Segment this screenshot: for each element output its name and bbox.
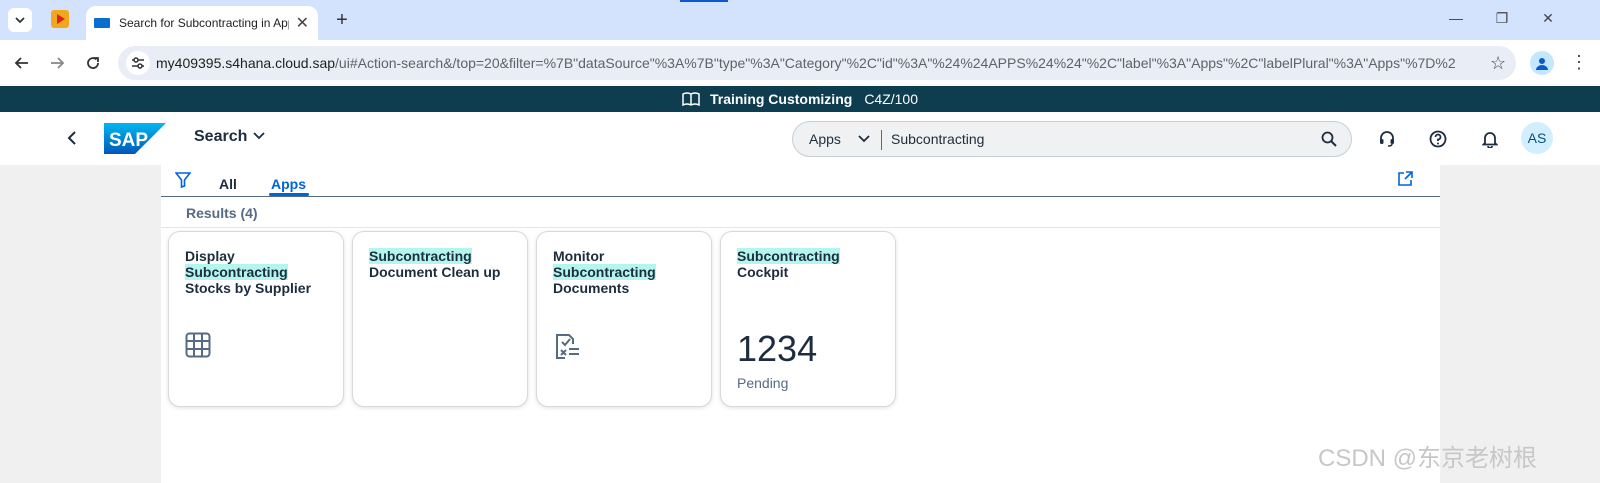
tab-divider [161, 196, 1440, 197]
sap-favicon-icon [94, 18, 110, 28]
document-check-icon [556, 334, 579, 359]
url-path: /ui#Action-search&/top=20&filter=%7B"dat… [335, 55, 1456, 71]
notifications-button[interactable] [1479, 128, 1501, 150]
forward-nav-button[interactable] [46, 52, 68, 74]
app-tile-monitor-documents[interactable]: Monitor Subcontracting Documents [536, 231, 712, 407]
kpi-label: Pending [737, 375, 789, 391]
tab-search-button[interactable] [8, 8, 32, 32]
share-icon[interactable] [1397, 171, 1413, 187]
tile-title-post: Document Clean up [369, 264, 501, 280]
shell-title[interactable]: Search [194, 128, 247, 146]
results-count: Results (4) [186, 205, 258, 221]
minimize-icon[interactable]: — [1446, 10, 1466, 26]
reload-button[interactable] [82, 52, 104, 74]
search-input[interactable]: Subcontracting [891, 131, 984, 147]
new-tab-button[interactable]: + [330, 8, 354, 32]
chevron-down-icon[interactable] [253, 131, 265, 141]
grid-table-icon [185, 332, 211, 358]
media-extension-icon[interactable] [51, 10, 69, 28]
url-text: my409395.s4hana.cloud.sap/ui#Action-sear… [156, 55, 1456, 71]
browser-tab-active[interactable]: Search for Subcontracting in Apps ✕ [86, 6, 318, 40]
app-tile-display-stocks[interactable]: Display Subcontracting Stocks by Supplie… [168, 231, 344, 407]
system-client: C4Z/100 [864, 91, 919, 107]
filter-icon[interactable] [175, 172, 191, 188]
headset-icon [1380, 131, 1394, 147]
url-domain: my409395.s4hana.cloud.sap [156, 55, 336, 71]
watermark: CSDN @东京老树根 [1318, 445, 1538, 472]
tile-title-post: Stocks by Supplier [185, 280, 312, 296]
tune-icon [132, 57, 144, 69]
tile-title-pre: Display [185, 248, 235, 264]
restore-icon[interactable]: ❐ [1492, 10, 1512, 27]
shell-bar: SAP Search Apps Subcontracting AS [0, 112, 1600, 165]
bookmark-star-icon[interactable]: ☆ [1490, 53, 1506, 74]
support-button[interactable] [1376, 128, 1398, 150]
search-scope-select[interactable]: Apps [809, 131, 841, 147]
browser-menu-icon[interactable]: ⋮ [1570, 52, 1588, 73]
tile-title-highlight: Subcontracting [369, 248, 472, 264]
browser-tab-title: Search for Subcontracting in Apps [119, 16, 289, 30]
reload-icon [87, 57, 99, 69]
tile-title: Subcontracting Document Clean up [369, 248, 511, 280]
shell-back-button[interactable] [62, 128, 82, 148]
chevron-left-icon [67, 131, 76, 145]
tab-apps[interactable]: Apps [271, 176, 306, 192]
address-bar[interactable]: my409395.s4hana.cloud.sap/ui#Action-sear… [118, 46, 1516, 80]
kpi-value: 1234 [737, 328, 818, 369]
tile-title-highlight: Subcontracting [737, 248, 840, 264]
tile-title-post: Documents [553, 280, 630, 296]
back-nav-button[interactable] [11, 52, 33, 74]
sap-logo[interactable]: SAP [104, 123, 166, 154]
chevron-down-icon [15, 17, 25, 24]
window-close-icon[interactable]: ✕ [1538, 10, 1558, 27]
tile-title-pre: Monitor [553, 248, 605, 264]
tab-all[interactable]: All [219, 176, 237, 192]
bell-icon [1482, 132, 1498, 148]
shell-search-field[interactable]: Apps Subcontracting [792, 121, 1352, 157]
system-name: Training Customizing [709, 91, 853, 107]
browser-toolbar: my409395.s4hana.cloud.sap/ui#Action-sear… [0, 40, 1600, 86]
browser-profile-icon[interactable] [1530, 51, 1554, 75]
app-tile-cockpit[interactable]: Subcontracting Cockpit 1234 Pending [720, 231, 896, 407]
search-divider [881, 130, 882, 150]
help-button[interactable] [1427, 128, 1449, 150]
tab-strip-indicator [680, 0, 728, 2]
tile-title: Subcontracting Cockpit [737, 248, 879, 280]
help-icon [1429, 130, 1447, 148]
tile-title-post: Cockpit [737, 264, 789, 280]
tile-title-highlight: Subcontracting [553, 264, 656, 280]
tile-title: Monitor Subcontracting Documents [553, 248, 695, 296]
tile-title-highlight: Subcontracting [185, 264, 288, 280]
person-icon [1536, 58, 1548, 70]
search-icon[interactable] [1321, 131, 1337, 147]
arrow-left-icon [14, 57, 28, 69]
site-info-button[interactable] [126, 51, 150, 75]
system-info-bar: Training Customizing C4Z/100 [0, 86, 1600, 112]
book-icon [682, 92, 700, 106]
arrow-right-icon [51, 57, 65, 69]
user-avatar[interactable]: AS [1521, 122, 1553, 154]
svg-text:SAP: SAP [109, 130, 148, 151]
chevron-down-icon[interactable] [858, 134, 870, 144]
browser-tab-strip: Search for Subcontracting in Apps ✕ + — … [0, 0, 1600, 40]
app-tile-document-cleanup[interactable]: Subcontracting Document Clean up [352, 231, 528, 407]
tab-close-icon[interactable]: ✕ [295, 13, 310, 33]
results-divider [161, 227, 1440, 228]
tile-title: Display Subcontracting Stocks by Supplie… [185, 248, 327, 296]
